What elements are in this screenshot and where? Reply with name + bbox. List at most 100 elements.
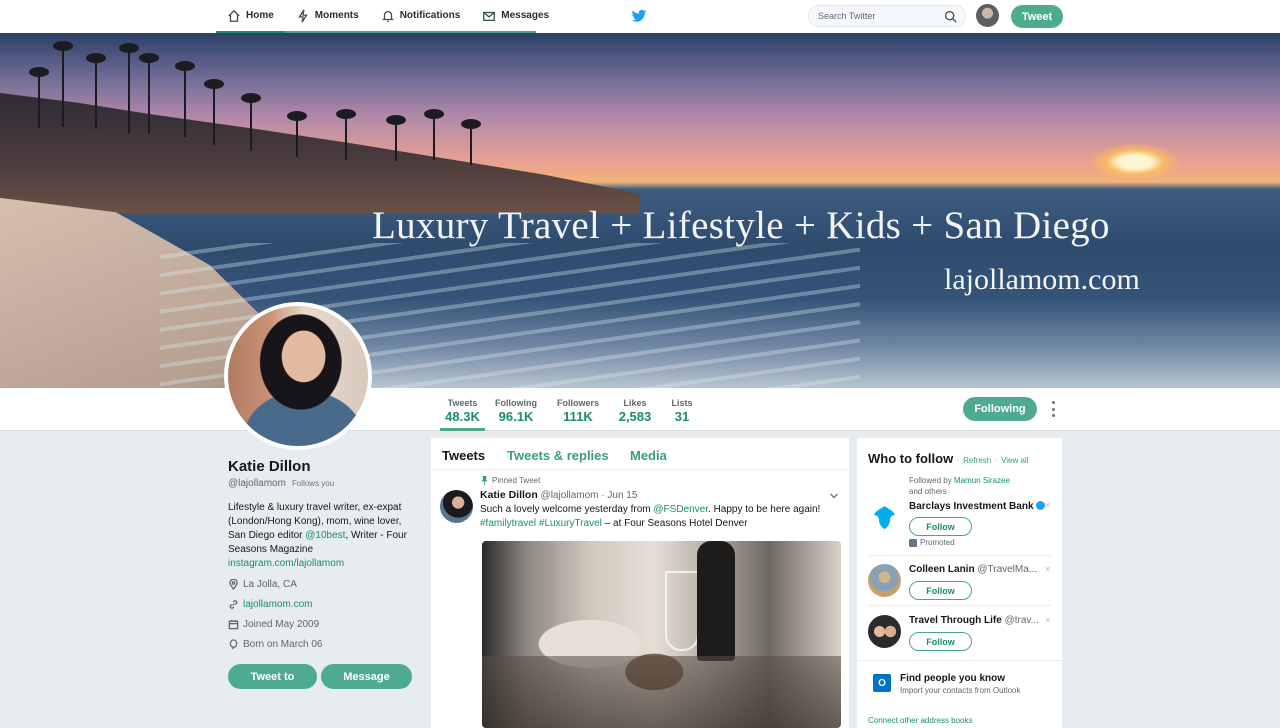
website-link[interactable]: lajollamom.com bbox=[243, 599, 312, 610]
photo-wine-glass bbox=[665, 571, 699, 651]
palm-tree bbox=[287, 111, 307, 157]
tab-tweets[interactable]: Tweets bbox=[442, 448, 485, 463]
palm-tree bbox=[204, 79, 224, 145]
birthday-text: Born on March 06 bbox=[243, 639, 323, 650]
suggestion-display-name: Travel Through Life bbox=[909, 615, 1002, 626]
palm-tree bbox=[53, 41, 73, 127]
nav-moments-label: Moments bbox=[314, 10, 359, 21]
pinned-label: Pinned Tweet bbox=[480, 476, 540, 485]
verified-badge-icon bbox=[1035, 501, 1045, 510]
banner-title: Luxury Travel + Lifestyle + Kids + San D… bbox=[372, 204, 1110, 247]
suggestion-handle: @TravelMa... bbox=[977, 564, 1038, 575]
palm-tree bbox=[424, 109, 444, 160]
stat-following-value: 96.1K bbox=[498, 409, 534, 424]
connect-address-books-link[interactable]: Connect other address books bbox=[868, 716, 973, 725]
location-pin-icon bbox=[229, 579, 238, 590]
title-separator: · bbox=[956, 456, 960, 465]
bio-mention-link[interactable]: @10best bbox=[305, 530, 345, 541]
palm-tree bbox=[119, 43, 139, 134]
tweet-avatar[interactable] bbox=[440, 490, 473, 523]
bell-icon bbox=[381, 10, 394, 22]
tweet-date[interactable]: · Jun 15 bbox=[601, 490, 637, 501]
stat-lists[interactable]: Lists 31 bbox=[670, 398, 694, 424]
nav-messages[interactable]: Messages bbox=[471, 0, 560, 31]
stat-following[interactable]: Following 96.1K bbox=[494, 398, 538, 424]
stat-tweets[interactable]: Tweets 48.3K bbox=[440, 398, 485, 431]
find-people-subtitle: Import your contacts from Outlook bbox=[900, 686, 1021, 695]
profile-website: lajollamom.com bbox=[228, 599, 312, 610]
stat-likes-value: 2,583 bbox=[618, 409, 652, 424]
stat-likes[interactable]: Likes 2,583 bbox=[616, 398, 654, 424]
pin-icon bbox=[481, 476, 488, 485]
suggestion-name[interactable]: Barclays Investment Bank bbox=[909, 501, 1045, 512]
chevron-down-icon[interactable] bbox=[829, 491, 839, 501]
profile-joined: Joined May 2009 bbox=[228, 619, 319, 630]
dismiss-suggestion-icon[interactable]: × bbox=[1045, 500, 1050, 510]
tweet-author-name[interactable]: Katie Dillon bbox=[480, 489, 538, 501]
bio-instagram-link[interactable]: instagram.com/lajollamom bbox=[228, 558, 344, 569]
follow-button[interactable]: Follow bbox=[909, 581, 972, 600]
profile-name[interactable]: Katie Dillon bbox=[228, 458, 418, 475]
more-options-icon[interactable] bbox=[1049, 401, 1057, 417]
palm-tree bbox=[336, 109, 356, 160]
followed-by-suffix: and others bbox=[909, 487, 947, 496]
twitter-bird-icon[interactable] bbox=[631, 8, 647, 24]
tweet-author-handle[interactable]: @lajollamom bbox=[541, 490, 599, 501]
profile-handle[interactable]: @lajollamom bbox=[228, 478, 286, 489]
tweet-hashtags[interactable]: #familytravel #LuxuryTravel bbox=[480, 518, 602, 529]
search-icon[interactable] bbox=[944, 10, 957, 23]
refresh-link[interactable]: Refresh bbox=[963, 456, 991, 465]
find-people-title[interactable]: Find people you know bbox=[900, 673, 1005, 684]
outlook-icon[interactable]: O bbox=[873, 674, 891, 692]
dismiss-suggestion-icon[interactable]: × bbox=[1045, 564, 1050, 574]
followed-by-name[interactable]: Mamun Sirazee bbox=[954, 476, 1010, 485]
stat-tweets-value: 48.3K bbox=[445, 409, 480, 424]
view-all-link[interactable]: View all bbox=[1001, 456, 1028, 465]
suggestion-avatar[interactable] bbox=[868, 615, 901, 648]
stat-lists-value: 31 bbox=[674, 409, 690, 424]
divider bbox=[868, 555, 1051, 556]
following-button[interactable]: Following bbox=[963, 397, 1037, 421]
palm-tree bbox=[86, 53, 106, 129]
stat-followers[interactable]: Followers 111K bbox=[556, 398, 600, 424]
palm-tree bbox=[241, 93, 261, 151]
profile-card: Katie Dillon @lajollamom Follows you Life… bbox=[228, 458, 418, 689]
promoted-text: Promoted bbox=[920, 538, 955, 547]
palm-tree bbox=[29, 67, 49, 128]
who-to-follow-panel: Who to follow · Refresh · View all Follo… bbox=[857, 438, 1062, 728]
nav-moments[interactable]: Moments bbox=[285, 0, 370, 31]
suggestion-avatar[interactable] bbox=[868, 564, 901, 597]
nav-notifications[interactable]: Notifications bbox=[370, 0, 472, 31]
followed-by-prefix: Followed by bbox=[909, 476, 954, 485]
top-navigation-bar: Home Moments Notifications Messages Sear… bbox=[0, 0, 1280, 33]
tweet-text-part: . Happy to be here again! bbox=[708, 504, 821, 515]
dismiss-suggestion-icon[interactable]: × bbox=[1045, 615, 1050, 625]
barclays-eagle-icon[interactable] bbox=[868, 501, 901, 534]
tab-tweets-replies[interactable]: Tweets & replies bbox=[507, 448, 609, 463]
nav-home[interactable]: Home bbox=[216, 0, 285, 33]
tab-media[interactable]: Media bbox=[630, 448, 667, 463]
profile-avatar[interactable] bbox=[224, 302, 372, 450]
compose-tweet-button[interactable]: Tweet bbox=[1011, 5, 1063, 28]
divider bbox=[857, 660, 1062, 661]
suggestion-name[interactable]: Colleen Lanin @TravelMa... bbox=[909, 564, 1037, 575]
tweet-photo[interactable] bbox=[482, 541, 841, 728]
tweet-mention-link[interactable]: @FSDenver bbox=[653, 504, 708, 515]
stat-following-label: Following bbox=[495, 398, 537, 408]
search-input[interactable]: Search Twitter bbox=[808, 5, 966, 27]
message-button[interactable]: Message bbox=[321, 664, 412, 689]
follow-button[interactable]: Follow bbox=[909, 632, 972, 651]
account-avatar[interactable] bbox=[976, 4, 999, 27]
suggestion-name[interactable]: Travel Through Life @trav... bbox=[909, 615, 1039, 626]
palm-tree bbox=[139, 53, 159, 134]
tweet-to-button[interactable]: Tweet to bbox=[228, 664, 317, 689]
follow-button[interactable]: Follow bbox=[909, 517, 972, 536]
promoted-icon bbox=[909, 538, 917, 547]
balloon-icon bbox=[229, 639, 238, 650]
home-icon bbox=[228, 9, 240, 22]
search-placeholder: Search Twitter bbox=[818, 11, 876, 21]
palm-tree bbox=[461, 119, 481, 165]
timeline-tabs: Tweets Tweets & replies Media bbox=[431, 438, 849, 470]
envelope-icon bbox=[483, 11, 496, 21]
location-text: La Jolla, CA bbox=[243, 579, 297, 590]
